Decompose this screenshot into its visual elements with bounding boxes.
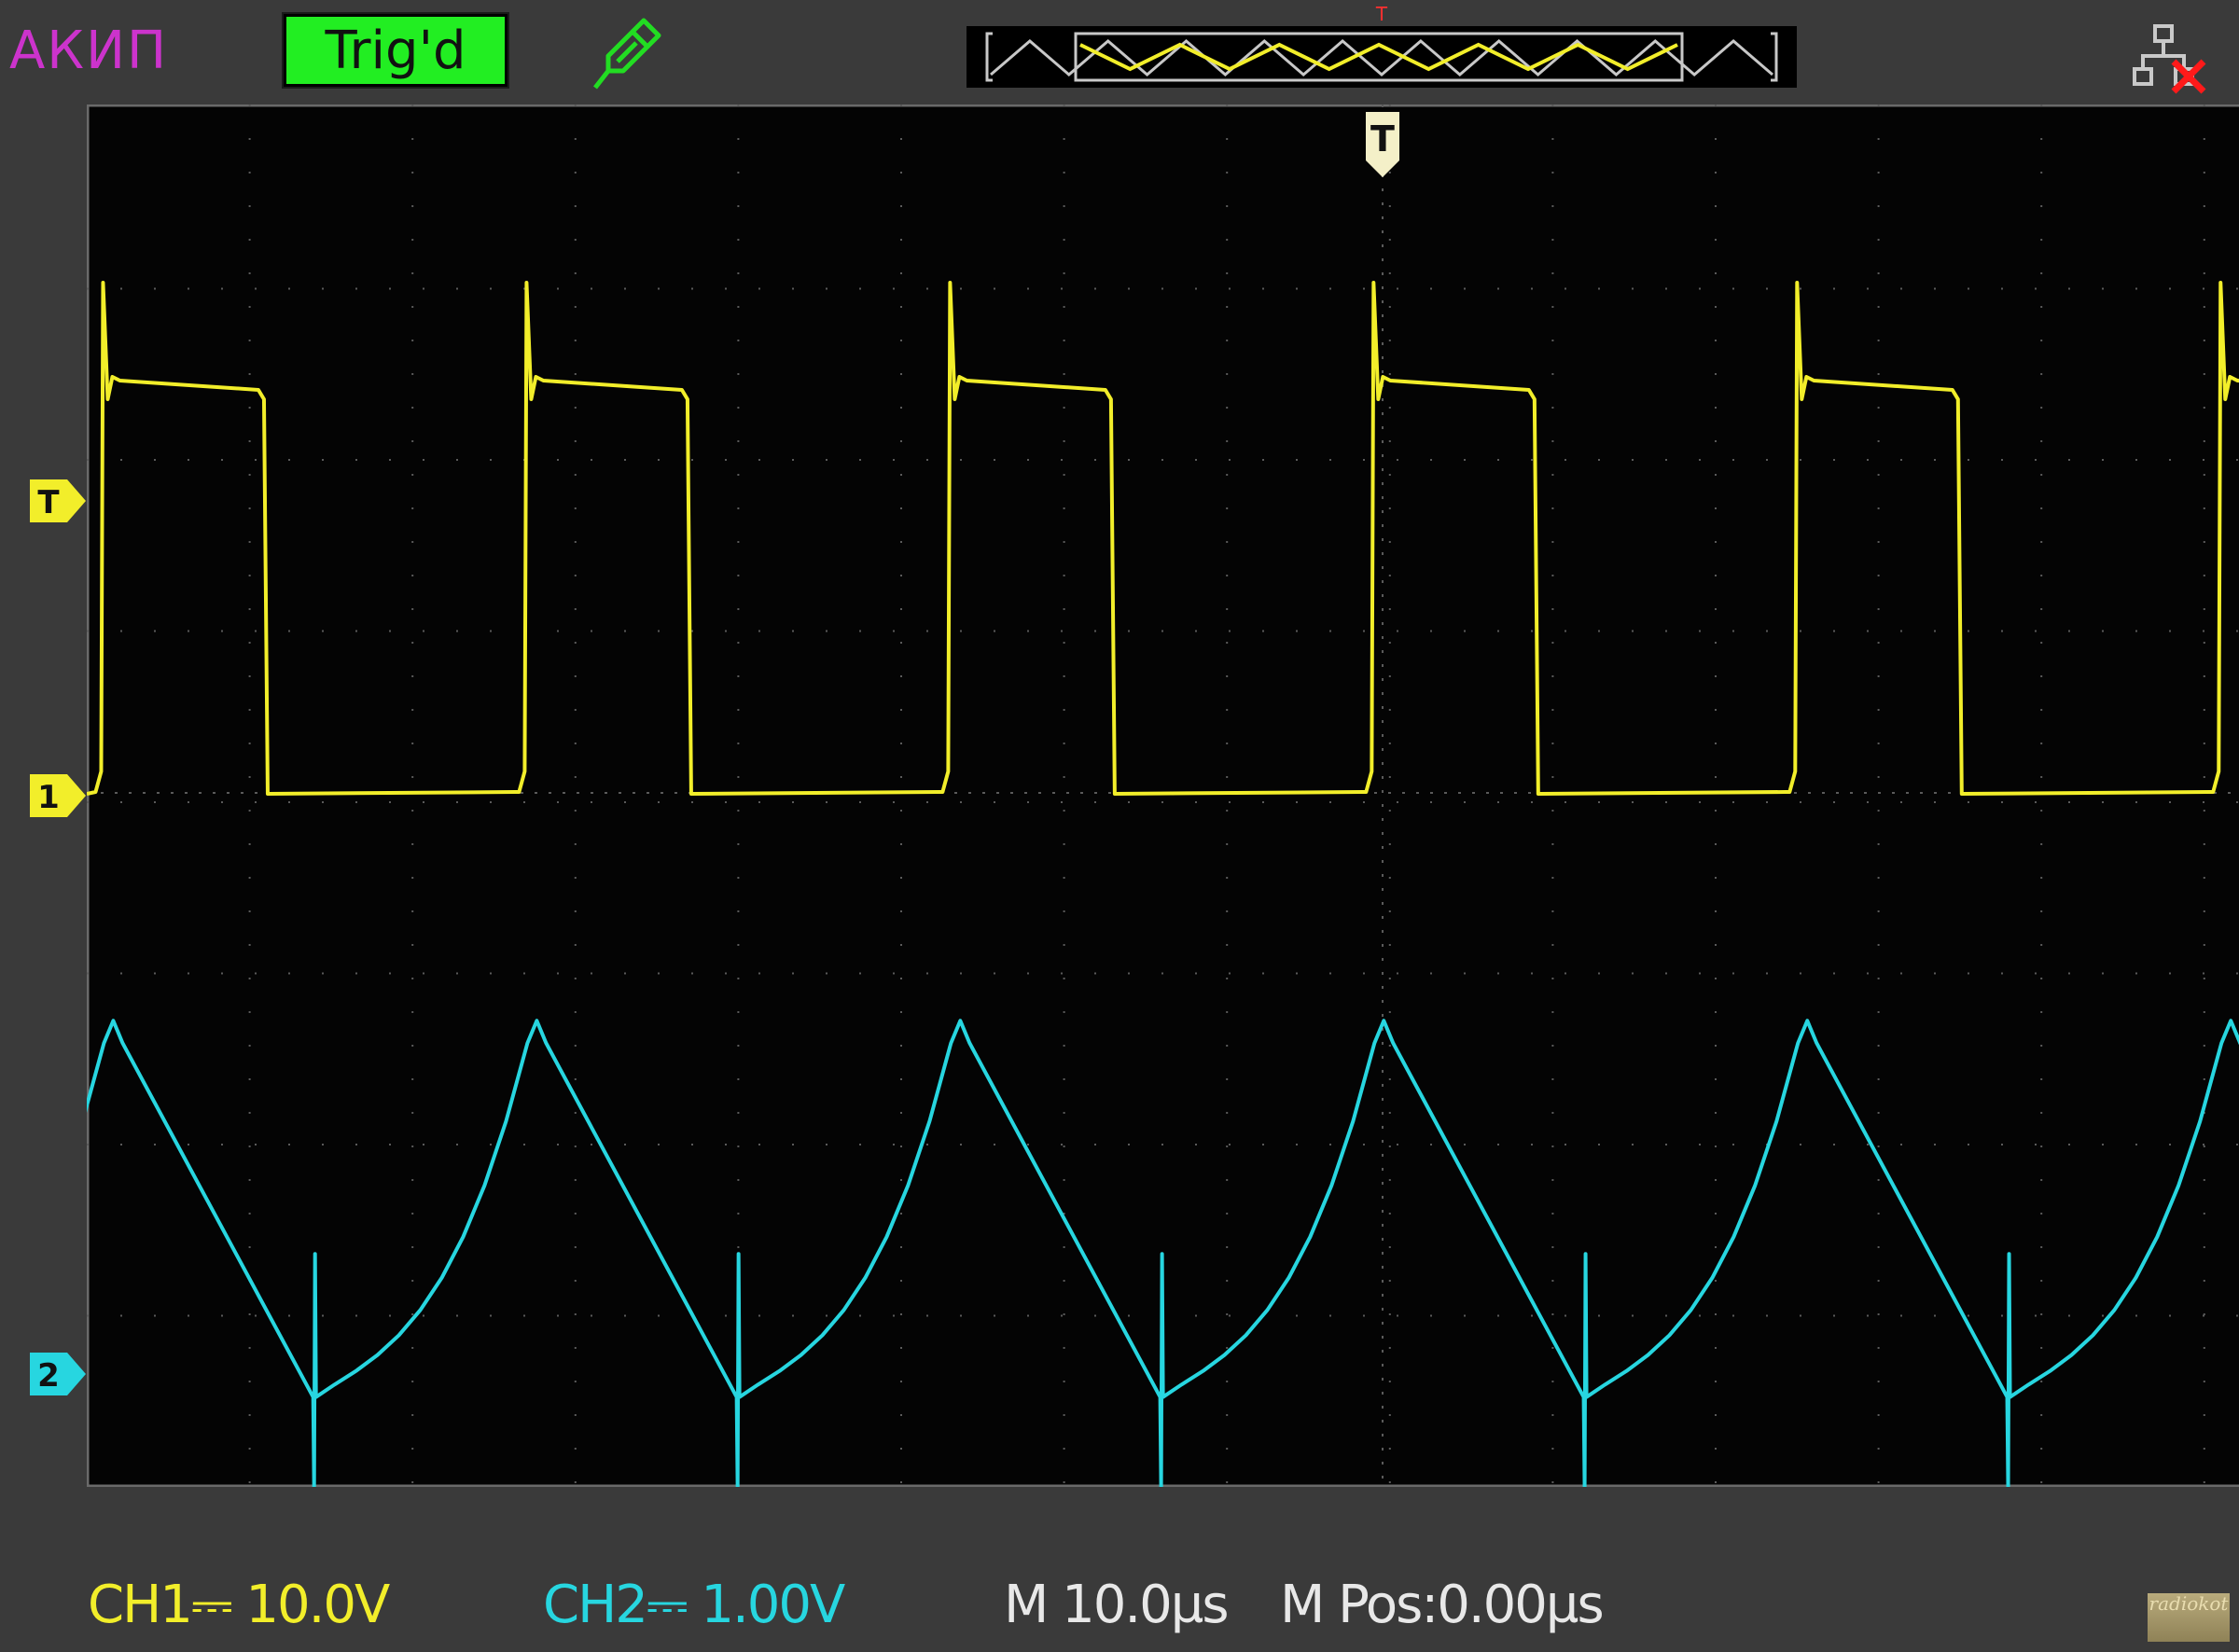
top-bar: АКИП Trig'd T: [0, 0, 2239, 103]
trigger-status-badge: Trig'd: [282, 12, 509, 89]
trigger-position-mark: T: [1375, 3, 1388, 25]
ch1-scale-readout[interactable]: CH1⎓ 10.0V: [88, 1575, 390, 1636]
ch1-marker-label: 1: [37, 779, 60, 816]
timebase-overview: T: [967, 3, 1797, 88]
ch2-scale-readout[interactable]: CH2⎓ 1.00V: [543, 1575, 845, 1636]
brand-logo: АКИП: [9, 21, 169, 81]
ch2-ground-marker[interactable]: 2: [30, 1353, 86, 1395]
watermark-logo: radiokot: [2148, 1593, 2230, 1642]
trigger-level-marker[interactable]: T: [30, 479, 86, 522]
trigger-level-label: T: [37, 484, 60, 521]
trigger-point-label: T: [1370, 118, 1395, 160]
status-bar: CH1⎓ 10.0V CH2⎓ 1.00V M 10.0µs M Pos:0.0…: [0, 1492, 2239, 1652]
waveform-display[interactable]: T: [87, 104, 2239, 1487]
probe-icon[interactable]: [590, 13, 666, 93]
network-disconnected-icon: [2133, 24, 2206, 94]
ch2-marker-label: 2: [37, 1357, 60, 1395]
timebase-readout[interactable]: M 10.0µs: [1004, 1575, 1230, 1635]
ch1-ground-marker[interactable]: 1: [30, 774, 86, 817]
waveform-plot[interactable]: T: [87, 104, 2239, 1487]
horizontal-position-readout[interactable]: M Pos:0.00µs: [1280, 1575, 1605, 1635]
